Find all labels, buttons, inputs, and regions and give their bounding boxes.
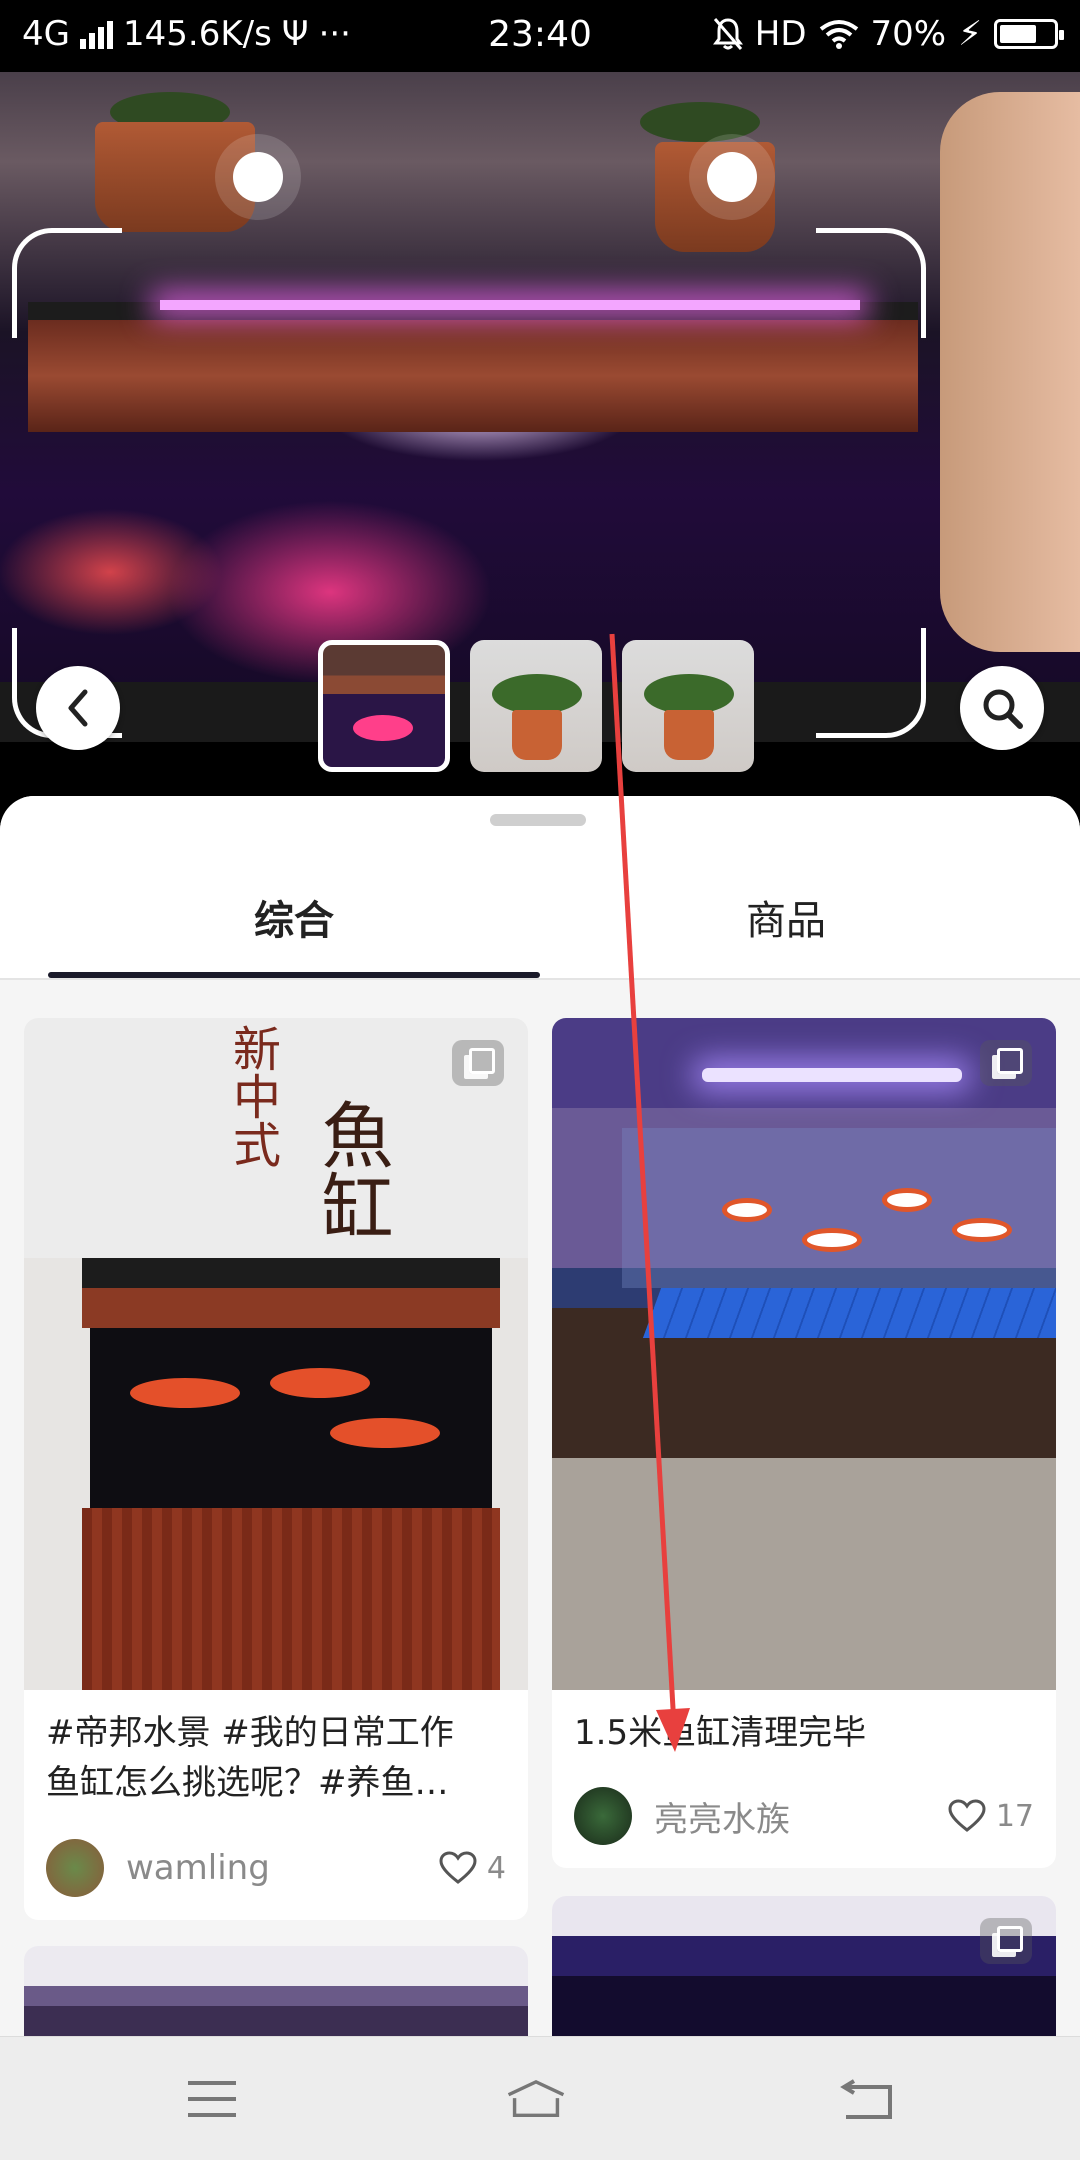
thumbnail-plant[interactable] xyxy=(622,640,754,772)
detect-point[interactable] xyxy=(707,152,757,202)
card-meta: wamling 4 xyxy=(46,1838,506,1898)
koi-fish xyxy=(722,1198,772,1222)
silent-icon xyxy=(712,18,743,50)
author-name[interactable]: wamling xyxy=(126,1848,439,1888)
arowana-fish xyxy=(330,1418,440,1448)
status-right: HD 70% ⚡ xyxy=(712,14,1064,54)
tab-products[interactable]: 商品 xyxy=(746,888,826,946)
like-count[interactable]: 4 xyxy=(439,1851,506,1886)
tank-light xyxy=(160,300,860,310)
image-calligraphy-large: 魚缸 xyxy=(309,1098,393,1242)
koi-fish xyxy=(952,1218,1012,1242)
navigation-bar xyxy=(0,2036,1080,2160)
results-sheet: 综合 商品 新中式 魚缸 #帝邦水景 #我的日常工作 鱼缸怎么挑选呢？#养鱼… … xyxy=(0,796,1080,2036)
back-icon xyxy=(840,2079,892,2119)
arowana-fish xyxy=(270,1368,370,1398)
card-image xyxy=(24,1946,528,2036)
sheet-header: 综合 商品 xyxy=(0,796,1080,980)
cabinet-frame xyxy=(82,1288,500,1328)
tab-indicator xyxy=(48,972,540,978)
heart-icon xyxy=(948,1799,986,1832)
heart-icon xyxy=(439,1851,477,1884)
thumbnail-plant[interactable] xyxy=(470,640,602,772)
back-button[interactable] xyxy=(36,666,120,750)
battery-icon xyxy=(994,19,1064,49)
cabinet-tank xyxy=(90,1328,492,1508)
thumbnail-leaves xyxy=(644,674,734,714)
home-icon xyxy=(507,2079,565,2117)
battery-percent: 70% xyxy=(870,14,947,54)
search-button[interactable] xyxy=(960,666,1044,750)
hd-badge: HD xyxy=(754,14,807,54)
menu-icon xyxy=(188,2081,236,2117)
status-bar: 4G 145.6K/s Ψ ··· 23:40 HD 70% ⚡ xyxy=(0,0,1080,72)
like-count[interactable]: 17 xyxy=(948,1799,1034,1834)
thumbnail-fish-tank[interactable] xyxy=(318,640,450,772)
tank-led xyxy=(702,1068,962,1082)
arowana-fish xyxy=(130,1378,240,1408)
likes-value: 17 xyxy=(995,1798,1034,1834)
charging-icon: ⚡ xyxy=(958,14,982,54)
result-card[interactable]: 新中式 魚缸 #帝邦水景 #我的日常工作 鱼缸怎么挑选呢？#养鱼… wamlin… xyxy=(24,1018,528,1920)
koi-fish xyxy=(882,1188,932,1212)
author-name[interactable]: 亮亮水族 xyxy=(654,1792,948,1841)
card-image xyxy=(552,1018,1056,1690)
thumbnail-pot xyxy=(512,710,562,760)
flower-pot xyxy=(95,122,255,232)
search-icon xyxy=(983,689,1023,729)
likes-value: 4 xyxy=(486,1850,506,1886)
copy-icon xyxy=(452,1040,504,1086)
battery-level xyxy=(1000,25,1037,43)
tank-lid xyxy=(28,302,918,432)
avatar[interactable] xyxy=(46,1839,104,1897)
card-title: 1.5米鱼缸清理完毕 xyxy=(574,1713,867,1753)
cabinet-base xyxy=(82,1508,500,1690)
result-card[interactable] xyxy=(24,1946,528,2036)
card-image: 新中式 魚缸 xyxy=(24,1018,528,1690)
detect-point[interactable] xyxy=(233,152,283,202)
avatar[interactable] xyxy=(574,1787,632,1845)
home-button[interactable] xyxy=(506,2073,566,2125)
thumbnail-pot xyxy=(664,710,714,760)
image-calligraphy: 新中式 xyxy=(224,1024,280,1168)
chevron-left-icon xyxy=(68,689,88,727)
back-nav-button[interactable] xyxy=(838,2073,898,2125)
thumbnail-leaves xyxy=(492,674,582,714)
cabinet-lid xyxy=(82,1258,500,1292)
koi-fish xyxy=(802,1228,862,1252)
menu-button[interactable] xyxy=(182,2073,242,2125)
copy-icon xyxy=(980,1918,1032,1964)
result-card[interactable] xyxy=(552,1896,1056,2036)
wifi-icon xyxy=(819,20,858,49)
card-image xyxy=(552,1896,1056,2036)
drag-handle[interactable] xyxy=(490,814,586,826)
result-card[interactable]: 1.5米鱼缸清理完毕 亮亮水族 17 xyxy=(552,1018,1056,1868)
plant-leaves xyxy=(640,102,760,142)
tank-glass xyxy=(622,1128,1056,1288)
tab-all[interactable]: 综合 xyxy=(254,888,334,946)
tank-tiles xyxy=(642,1288,1056,1338)
thumbnail-strip xyxy=(318,640,754,772)
copy-icon xyxy=(980,1040,1032,1086)
card-meta: 亮亮水族 17 xyxy=(574,1786,1034,1846)
person-partial xyxy=(940,92,1080,652)
card-title: #帝邦水景 #我的日常工作 鱼缸怎么挑选呢？#养鱼… xyxy=(46,1713,454,1803)
